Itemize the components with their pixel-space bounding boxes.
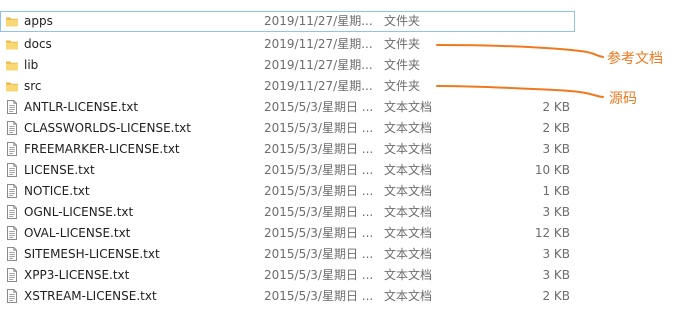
annotation-src-label: 源码 xyxy=(609,91,637,107)
annotation-line-docs xyxy=(436,44,604,58)
annotation-docs-label: 参考文档 xyxy=(607,51,663,67)
annotation-line-src xyxy=(436,85,604,98)
annotation-layer xyxy=(436,44,604,98)
